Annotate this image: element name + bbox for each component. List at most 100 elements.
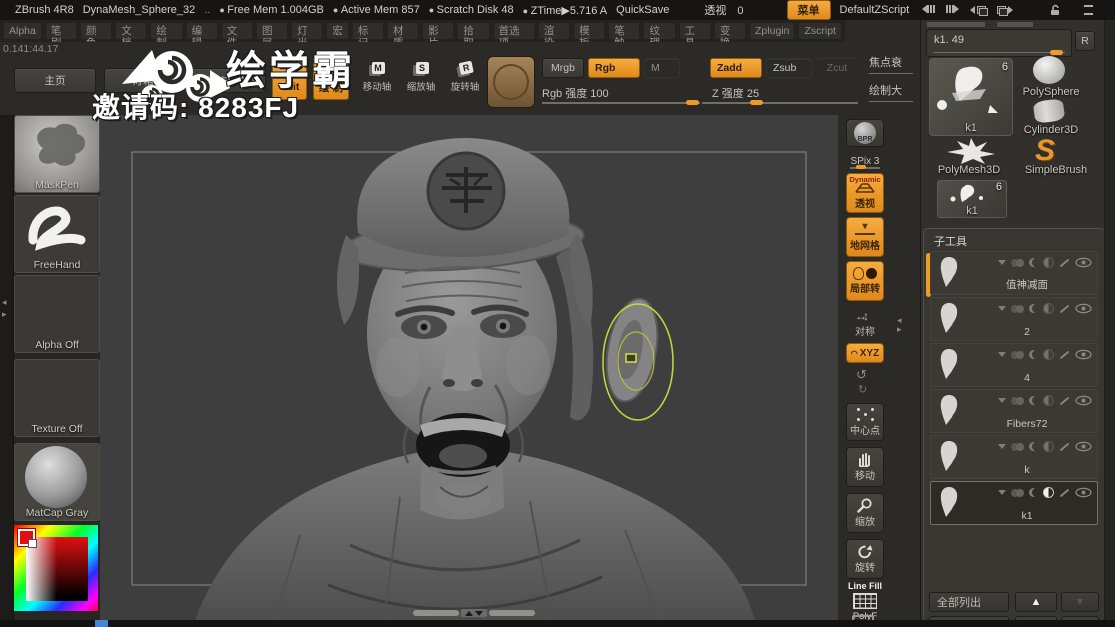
move-button[interactable]: 移动 [846, 447, 884, 487]
crescent-icon[interactable] [1029, 442, 1038, 451]
color-picker-cursor[interactable] [28, 539, 37, 548]
brush-selector[interactable]: MaskPen [14, 115, 100, 193]
bottom-scroll-indicator[interactable] [95, 620, 108, 627]
polymesh3d-star-icon[interactable] [947, 138, 995, 164]
polypaint-icon[interactable] [1011, 397, 1024, 405]
alpha-selector[interactable]: Alpha Off [14, 275, 100, 353]
current-material-button[interactable] [487, 56, 535, 108]
crescent-icon[interactable] [1029, 304, 1038, 313]
symmetry-button[interactable]: ↔ ↕ 对称 [846, 309, 884, 338]
next-doc-icon[interactable] [997, 6, 1013, 14]
contrast-icon[interactable] [1043, 349, 1054, 360]
viewport-canvas[interactable] [100, 115, 838, 620]
subtool-row[interactable]: 4 [930, 343, 1098, 387]
menu-item[interactable]: Alpha [3, 22, 42, 40]
pen-icon[interactable] [1060, 258, 1070, 267]
r-reset-button[interactable]: R [1075, 31, 1095, 51]
menu-item[interactable]: 纹理 [643, 22, 675, 40]
spix-slider[interactable]: SPix 3 [842, 151, 888, 169]
eye-visibility-icon[interactable] [1075, 349, 1092, 360]
xyz-button[interactable]: ◠ XYZ [846, 343, 884, 363]
menu-item[interactable]: Zplugin [749, 22, 795, 40]
move-down-button[interactable]: ▼ [1061, 592, 1099, 612]
rgb-intensity-handle[interactable] [686, 100, 699, 105]
rotate-axis-button[interactable]: R 旋转轴 [446, 62, 484, 93]
z-intensity-handle[interactable] [750, 100, 763, 105]
brush-caret-icon[interactable] [998, 260, 1006, 265]
brush-caret-icon[interactable] [998, 306, 1006, 311]
frame-center-button[interactable]: 中心点 [846, 403, 884, 441]
polypaint-icon[interactable] [1011, 259, 1024, 267]
collapse-right-tray-icon[interactable] [946, 4, 959, 16]
home-button[interactable]: 主页 [14, 68, 96, 93]
quicksave-button[interactable]: QuickSave [616, 4, 669, 16]
spin-left-icon[interactable]: ↺ [856, 367, 867, 383]
tool-value-slider[interactable]: k1. 49 [926, 29, 1072, 57]
texture-selector[interactable]: Texture Off [14, 359, 100, 437]
eye-visibility-icon[interactable] [1075, 257, 1092, 268]
stroke-selector[interactable]: FreeHand [14, 195, 100, 273]
menu-item[interactable]: 颜色 [80, 22, 112, 40]
scale-axis-button[interactable]: S 缩放轴 [402, 62, 440, 93]
polypaint-icon[interactable] [1011, 443, 1024, 451]
eye-visibility-icon[interactable] [1075, 441, 1092, 452]
rotate-button[interactable]: 旋转 [846, 539, 884, 579]
spix-handle[interactable] [856, 165, 866, 169]
tool-palette-scrollbar[interactable] [1104, 20, 1115, 627]
tool-value-handle[interactable] [1050, 50, 1063, 55]
menu-item[interactable]: 渲染 [538, 22, 570, 40]
contrast-icon[interactable] [1043, 441, 1054, 452]
spin-right-icon[interactable]: ↻ [858, 383, 867, 396]
contrast-icon[interactable] [1043, 487, 1054, 498]
floor-grid-button[interactable]: ▾ 地网格 [846, 217, 884, 257]
focal-shift-label[interactable]: 焦点衰 [869, 54, 913, 74]
z-intensity-slider[interactable]: Z 强度 25 [712, 84, 862, 102]
perspective-slider[interactable]: 透视 0 [704, 2, 757, 18]
zcut-button[interactable]: Zcut [816, 58, 858, 78]
active-tool-thumbnail[interactable]: 6 k1 [929, 58, 1013, 136]
minimize-icon[interactable] [1084, 5, 1093, 15]
brush-caret-icon[interactable] [998, 444, 1006, 449]
polysphere-icon[interactable] [1033, 56, 1065, 84]
contrast-icon[interactable] [1043, 395, 1054, 406]
material-selector[interactable]: MatCap Gray [14, 443, 100, 521]
tool-item-label[interactable]: PolySphere [1009, 86, 1093, 98]
subtool-row[interactable]: Fibers72 [930, 389, 1098, 433]
pen-icon[interactable] [1060, 396, 1070, 405]
menu-item[interactable]: 变换 [714, 22, 746, 40]
zscript-button[interactable]: DefaultZScript [840, 4, 910, 16]
crescent-icon[interactable] [1029, 258, 1038, 267]
local-transform-button[interactable]: 局部转 [846, 261, 884, 301]
zadd-button[interactable]: Zadd [710, 58, 762, 78]
menu-item[interactable]: 影片 [422, 22, 454, 40]
left-tray-divider[interactable]: ◂ ▸ [0, 115, 14, 620]
brush-caret-icon[interactable] [998, 398, 1006, 403]
cylinder3d-icon[interactable] [1033, 98, 1066, 124]
simplebrush-icon[interactable]: S [1035, 134, 1055, 168]
color-picker[interactable] [14, 525, 98, 611]
menu-item[interactable]: 首选项 [493, 22, 535, 40]
contrast-icon[interactable] [1043, 257, 1054, 268]
eye-visibility-icon[interactable] [1075, 487, 1092, 498]
subtool-row[interactable]: k [930, 435, 1098, 479]
tool-item-label[interactable]: SimpleBrush [1013, 164, 1099, 176]
pen-icon[interactable] [1060, 442, 1070, 451]
collapse-left-tray-icon[interactable] [922, 4, 935, 16]
subtool-row[interactable]: 2 [930, 297, 1098, 341]
menu-item[interactable]: 拾取 [457, 22, 489, 40]
polypaint-icon[interactable] [1011, 305, 1024, 313]
crescent-icon[interactable] [1029, 488, 1038, 497]
lock-icon[interactable] [1050, 4, 1061, 16]
canvas-scroll-arrows[interactable] [461, 609, 487, 617]
menu-item[interactable]: 工具 [679, 22, 711, 40]
m-button[interactable]: M [644, 58, 680, 78]
bpr-render-button[interactable]: BPR [846, 119, 884, 147]
draw-size-label[interactable]: 绘制大 [869, 82, 913, 102]
menu-button[interactable]: 菜单 [787, 0, 831, 20]
contrast-icon[interactable] [1043, 303, 1054, 314]
subtool-row[interactable]: k1 [930, 481, 1098, 525]
scale-button[interactable]: 缩放 [846, 493, 884, 533]
brush-caret-icon[interactable] [998, 490, 1006, 495]
menu-item[interactable]: 笔触 [608, 22, 640, 40]
pen-icon[interactable] [1060, 488, 1070, 497]
